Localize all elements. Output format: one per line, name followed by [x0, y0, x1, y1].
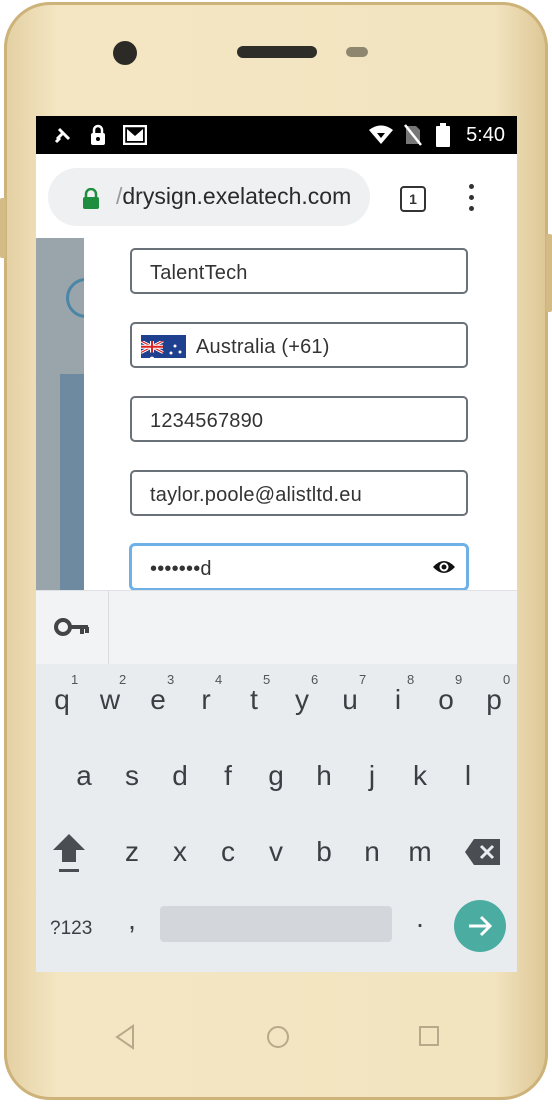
password-value: •••••••d: [150, 558, 212, 580]
phone-field[interactable]: 1234567890: [130, 396, 468, 442]
key-number-hint: 4: [215, 672, 223, 687]
key-number-hint: 7: [359, 672, 367, 687]
key-o[interactable]: o: [422, 684, 470, 716]
key-v[interactable]: v: [252, 836, 300, 868]
key-l[interactable]: l: [444, 760, 492, 792]
key-p[interactable]: p: [470, 684, 517, 716]
key-i[interactable]: i: [374, 684, 422, 716]
key-z[interactable]: z: [108, 836, 156, 868]
satellite-icon: [52, 124, 74, 146]
suggestion-divider: [108, 591, 109, 665]
password-key-icon[interactable]: [54, 617, 90, 637]
password-field[interactable]: •••••••d: [130, 544, 468, 590]
space-key[interactable]: [160, 906, 392, 942]
screen: 5:40 /drysign.exelatech.com 1 TalentTech: [36, 116, 517, 972]
nav-home-icon[interactable]: [265, 1024, 291, 1050]
key-number-hint: 6: [311, 672, 319, 687]
key-number-hint: 5: [263, 672, 271, 687]
key-d[interactable]: d: [156, 760, 204, 792]
key-u[interactable]: u: [326, 684, 374, 716]
key-number-hint: 8: [407, 672, 415, 687]
nav-back-icon[interactable]: [114, 1024, 136, 1050]
secure-lock-icon: [83, 188, 99, 209]
address-bar[interactable]: /drysign.exelatech.com: [48, 168, 370, 226]
browser-toolbar: /drysign.exelatech.com 1: [36, 154, 517, 238]
backspace-key[interactable]: [464, 838, 502, 866]
url-domain: drysign.exelatech.com: [122, 183, 352, 209]
volume-button: [0, 198, 6, 258]
gmail-icon: [122, 124, 148, 146]
email-value: taylor.poole@alistltd.eu: [150, 484, 362, 506]
key-number-hint: 9: [455, 672, 463, 687]
key-k[interactable]: k: [396, 760, 444, 792]
email-field[interactable]: taylor.poole@alistltd.eu: [130, 470, 468, 516]
company-value: TalentTech: [150, 262, 248, 284]
wifi-icon: [368, 124, 394, 146]
key-number-hint: 3: [167, 672, 175, 687]
key-s[interactable]: s: [108, 760, 156, 792]
comma-key[interactable]: ,: [108, 904, 156, 936]
front-camera: [113, 41, 137, 65]
earpiece-speaker: [237, 46, 317, 58]
show-password-eye-icon[interactable]: [432, 558, 456, 576]
key-q[interactable]: q: [38, 684, 86, 716]
period-key[interactable]: .: [396, 902, 444, 934]
key-y[interactable]: y: [278, 684, 326, 716]
key-n[interactable]: n: [348, 836, 396, 868]
status-bar: 5:40: [36, 116, 517, 154]
key-e[interactable]: e: [134, 684, 182, 716]
battery-icon: [432, 123, 454, 147]
key-a[interactable]: a: [60, 760, 108, 792]
symbols-key[interactable]: ?123: [50, 918, 92, 940]
key-x[interactable]: x: [156, 836, 204, 868]
shift-key[interactable]: [52, 832, 86, 874]
key-number-hint: 0: [503, 672, 511, 687]
key-b[interactable]: b: [300, 836, 348, 868]
country-select[interactable]: Australia (+61): [130, 322, 468, 368]
key-j[interactable]: j: [348, 760, 396, 792]
autofill-suggestion-bar: [36, 590, 517, 665]
key-g[interactable]: g: [252, 760, 300, 792]
go-key[interactable]: [454, 900, 506, 952]
key-t[interactable]: t: [230, 684, 278, 716]
tab-switcher-button[interactable]: 1: [400, 186, 426, 212]
lock-icon: [87, 124, 109, 146]
signup-form: TalentTech Australia (+61) 1234567890 ta…: [84, 238, 517, 590]
phone-value: 1234567890: [150, 410, 264, 432]
country-value: Australia (+61): [196, 336, 330, 358]
page-content: TalentTech Australia (+61) 1234567890 ta…: [36, 238, 517, 590]
key-c[interactable]: c: [204, 836, 252, 868]
background-panel-accent: [60, 374, 84, 590]
no-sim-icon: [402, 124, 424, 146]
power-button: [546, 234, 552, 312]
status-time: 5:40: [466, 124, 505, 146]
key-r[interactable]: r: [182, 684, 230, 716]
url-text: /drysign.exelatech.com: [116, 183, 351, 210]
soft-keyboard: ?123 , . q1w2e3r4t5y6u7i8o9p0 asdfghjkl zx…: [36, 664, 517, 972]
key-number-hint: 2: [119, 672, 127, 687]
menu-more-icon[interactable]: [468, 184, 476, 212]
key-f[interactable]: f: [204, 760, 252, 792]
proximity-sensor: [346, 47, 368, 57]
key-w[interactable]: w: [86, 684, 134, 716]
company-field[interactable]: TalentTech: [130, 248, 468, 294]
arrow-right-icon: [469, 915, 493, 937]
australia-flag-icon: [141, 335, 186, 358]
key-h[interactable]: h: [300, 760, 348, 792]
nav-recents-icon[interactable]: [417, 1024, 441, 1048]
key-number-hint: 1: [71, 672, 79, 687]
key-m[interactable]: m: [396, 836, 444, 868]
